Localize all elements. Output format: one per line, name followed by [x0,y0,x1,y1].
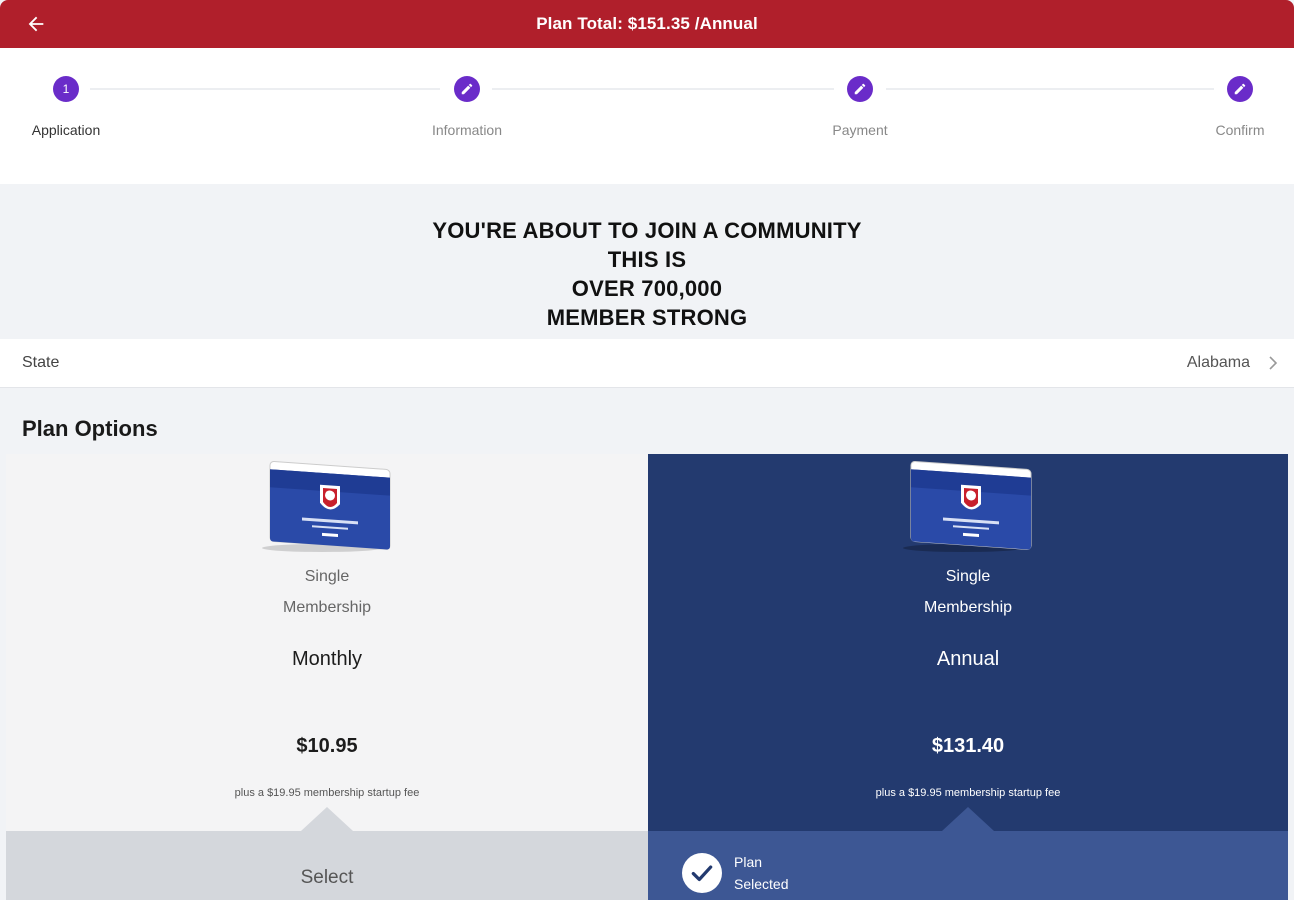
state-label: State [22,354,60,371]
plan-price: $10.95 [296,735,358,757]
pencil-icon [854,83,866,95]
step-edit-badge [1227,76,1253,102]
check-icon [682,853,722,893]
footer-notch [301,807,353,831]
select-label: Select [300,867,354,888]
plan-type-line: Membership [923,599,1013,616]
plan-price: $131.40 [931,735,1005,757]
state-selector[interactable]: State Alabama [0,339,1294,388]
header-bar: Plan Total: $151.35 /Annual [0,0,1294,48]
state-value: Alabama [1186,354,1250,371]
selected-label: Plan [734,854,763,870]
plan-card-annual[interactable]: Single Membership Annual $131.40 plus a … [648,454,1288,900]
plan-fee-note: plus a $19.95 membership startup fee [875,787,1061,799]
membership-card-image [903,461,1032,552]
banner-line: OVER 700,000 [571,276,723,301]
step-label: Information [431,122,503,138]
step-payment[interactable]: Payment [800,76,920,138]
progress-stepper: 1 Application Information Payment Confir… [0,48,1294,184]
plan-fee-note: plus a $19.95 membership startup fee [234,787,420,799]
step-connector [492,88,834,90]
community-banner: YOU'RE ABOUT TO JOIN A COMMUNITY THIS IS… [0,184,1294,338]
plan-type-line: Single [304,568,350,585]
arrow-left-icon [28,16,44,32]
pencil-icon [1234,83,1246,95]
pencil-icon [461,83,473,95]
plan-type-line: Membership [282,599,372,616]
step-confirm[interactable]: Confirm [1180,76,1294,138]
check-mark-icon [691,865,713,882]
back-button[interactable] [18,8,54,40]
plan-total-title: Plan Total: $151.35 /Annual [536,14,758,33]
step-edit-badge [847,76,873,102]
step-label: Confirm [1215,122,1265,138]
plan-card-monthly[interactable]: Single Membership Monthly $10.95 plus a … [6,454,648,900]
step-number-badge: 1 [53,76,79,102]
step-label: Payment [832,122,888,138]
plan-options-title: Plan Options [22,416,158,441]
footer-notch [942,807,994,831]
chevron-right-icon [1269,356,1278,370]
step-application[interactable]: 1 Application [6,76,126,138]
step-label: Application [31,122,101,138]
banner-line: YOU'RE ABOUT TO JOIN A COMMUNITY [432,218,862,243]
banner-line: MEMBER STRONG [546,305,748,330]
plan-type-line: Single [945,568,991,585]
step-edit-badge [454,76,480,102]
step-connector [886,88,1214,90]
step-connector [90,88,440,90]
membership-card-image [262,461,391,552]
step-information[interactable]: Information [407,76,527,138]
banner-line: THIS IS [607,247,687,272]
selected-label: Selected [734,876,789,892]
select-plan-button[interactable]: Select [6,807,648,900]
plan-selected-indicator[interactable]: Plan Selected [648,807,1288,900]
plan-period: Monthly [291,648,363,670]
plan-period: Annual [936,648,1000,670]
